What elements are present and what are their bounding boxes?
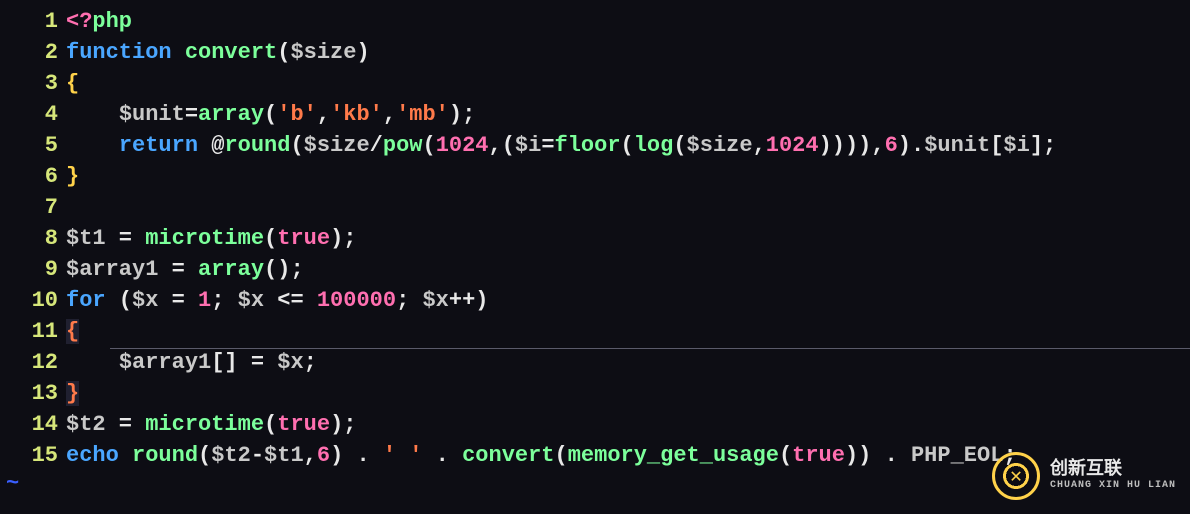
code-line: 8$t1 = microtime(true); [0,223,1190,254]
code-line: 6} [0,161,1190,192]
code-line: 10for ($x = 1; $x <= 100000; $x++) [0,285,1190,316]
editor-fold-line [110,348,1190,349]
code-editor: 1<?php2function convert($size)3{4 $unit=… [0,0,1190,496]
line-number: 13 [0,378,66,409]
line-number: 12 [0,347,66,378]
code-content: function convert($size) [66,37,370,68]
code-content: } [66,378,79,409]
code-content: { [66,68,79,99]
code-content: return @round($size/pow(1024,($i=floor(l… [66,130,1056,161]
code-line: 12 $array1[] = $x; [0,347,1190,378]
code-line: 5 return @round($size/pow(1024,($i=floor… [0,130,1190,161]
code-content: $t1 = microtime(true); [66,223,356,254]
line-number: 11 [0,316,66,347]
code-line: 3{ [0,68,1190,99]
watermark-brand-en: CHUANG XIN HU LIAN [1050,481,1176,491]
line-number: 8 [0,223,66,254]
code-content: $t2 = microtime(true); [66,409,356,440]
line-number: 14 [0,409,66,440]
code-content: { [66,316,79,347]
code-line: 1<?php [0,6,1190,37]
code-content: <?php [66,6,132,37]
line-number: 2 [0,37,66,68]
line-number: 10 [0,285,66,316]
line-number: 7 [0,192,66,223]
code-line: 7 [0,192,1190,223]
code-content: $array1[] = $x; [66,347,317,378]
line-number: 1 [0,6,66,37]
line-number: 5 [0,130,66,161]
code-line: 2function convert($size) [0,37,1190,68]
watermark-brand-cn: 创新互联 [1050,461,1176,479]
line-number: 3 [0,68,66,99]
code-line: 13} [0,378,1190,409]
line-number: 6 [0,161,66,192]
watermark-logo-icon: ✕ [992,452,1040,500]
code-content: for ($x = 1; $x <= 100000; $x++) [66,285,489,316]
watermark: ✕ 创新互联 CHUANG XIN HU LIAN [992,452,1176,500]
code-line: 14$t2 = microtime(true); [0,409,1190,440]
code-content: } [66,161,79,192]
code-line: 4 $unit=array('b','kb','mb'); [0,99,1190,130]
code-content: echo round($t2-$t1,6) . ' ' . convert(me… [66,440,1017,471]
code-content: $array1 = array(); [66,254,304,285]
code-line: 9$array1 = array(); [0,254,1190,285]
line-number: 4 [0,99,66,130]
line-number: 9 [0,254,66,285]
code-content: $unit=array('b','kb','mb'); [66,99,475,130]
line-number: 15 [0,440,66,471]
code-line: 11{ [0,316,1190,347]
